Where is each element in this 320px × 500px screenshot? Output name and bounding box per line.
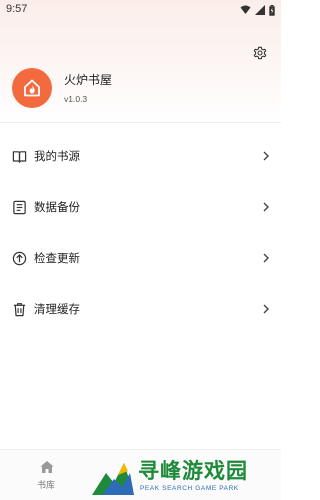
home-icon (40, 461, 54, 473)
header-divider (0, 122, 281, 123)
menu-item-data-backup[interactable]: 数据备份 (0, 187, 281, 227)
watermark-title: 寻峰游戏园 (138, 459, 248, 483)
status-bar: 9:57 (0, 0, 281, 20)
nav-item-label: 书库 (37, 481, 56, 491)
wifi-icon (240, 5, 251, 14)
trash-icon (11, 301, 27, 317)
menu-item-label: 数据备份 (34, 200, 80, 214)
app-logo-icon (24, 79, 40, 97)
book-source-icon (11, 148, 27, 164)
status-icons (240, 4, 275, 16)
chevron-right-icon (260, 150, 272, 162)
chevron-right-icon (260, 252, 272, 264)
menu-item-label: 清理缓存 (34, 302, 80, 316)
menu-item-label: 检查更新 (34, 251, 80, 265)
menu-item-book-source[interactable]: 我的书源 (0, 136, 281, 176)
avatar (12, 68, 52, 108)
menu-item-label: 我的书源 (34, 149, 80, 163)
chevron-right-icon (260, 303, 272, 315)
nav-item-library[interactable]: 书库 (30, 456, 64, 494)
app-version: v1.0.3 (64, 94, 88, 104)
update-icon (11, 250, 27, 266)
status-time: 9:57 (6, 3, 28, 15)
chevron-right-icon (260, 201, 272, 213)
settings-button[interactable] (251, 44, 269, 62)
watermark: 寻峰游戏园 PEAK SEARCH GAME PARK (92, 451, 281, 500)
watermark-logo-icon (92, 463, 134, 495)
menu-item-check-update[interactable]: 检查更新 (0, 238, 281, 278)
signal-icon (255, 5, 265, 15)
backup-icon (11, 199, 27, 215)
battery-icon (269, 4, 275, 16)
gear-icon (253, 46, 267, 60)
menu-item-clear-cache[interactable]: 清理缓存 (0, 289, 281, 329)
app-name: 火炉书屋 (64, 73, 113, 87)
watermark-subtitle: PEAK SEARCH GAME PARK (140, 485, 239, 492)
